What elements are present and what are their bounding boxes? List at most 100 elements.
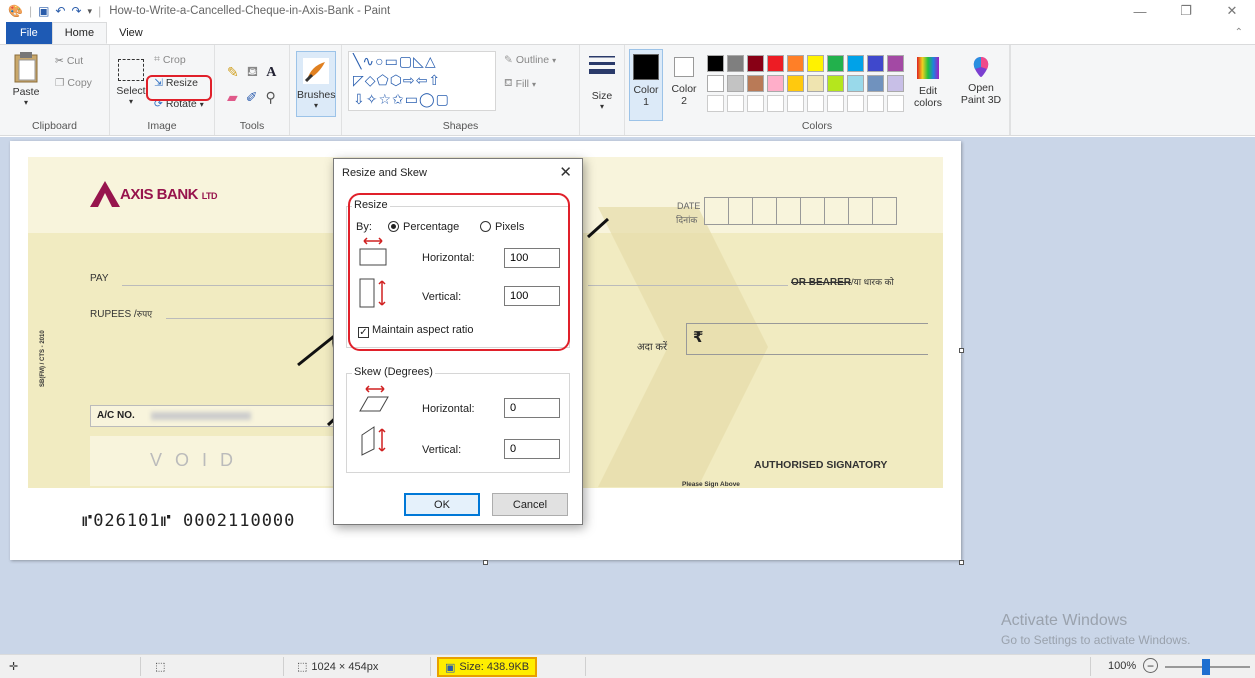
eraser-icon[interactable]: ▰ — [227, 89, 238, 106]
clipboard-label: Clipboard — [32, 120, 77, 132]
quick-access-toolbar: 🎨 | ▣ ↶ ↷ ▾ | — [8, 4, 102, 18]
color-swatch[interactable] — [707, 95, 724, 112]
title-bar: 🎨 | ▣ ↶ ↷ ▾ | How-to-Write-a-Cancelled-C… — [0, 0, 1255, 22]
color-swatch[interactable] — [887, 75, 904, 92]
color-swatch[interactable] — [847, 75, 864, 92]
shapes-label: Shapes — [442, 120, 479, 132]
fill-bucket-icon[interactable]: ⛾ — [247, 63, 258, 82]
color-swatch[interactable] — [707, 55, 724, 72]
color-swatch[interactable] — [847, 95, 864, 112]
color-swatch[interactable] — [807, 55, 824, 72]
brushes-group: Brushes ▾ — [290, 45, 342, 135]
image-dimensions: ⬚ 1024 × 454px — [297, 660, 379, 674]
undo-icon[interactable]: ↶ — [55, 4, 65, 18]
image-label: Image — [147, 120, 177, 132]
color-swatch[interactable] — [767, 55, 784, 72]
paste-button[interactable]: Paste ▾ — [8, 51, 44, 107]
color2-button[interactable]: Color 2 — [667, 49, 701, 107]
crop-button[interactable]: ⌗ Crop — [154, 53, 186, 66]
color-swatch[interactable] — [847, 55, 864, 72]
color-swatch[interactable] — [787, 55, 804, 72]
select-icon — [118, 59, 144, 81]
color-swatch[interactable] — [807, 75, 824, 92]
tab-home[interactable]: Home — [51, 22, 108, 44]
color-swatch[interactable] — [827, 75, 844, 92]
save-icon[interactable]: ▣ — [38, 4, 49, 18]
brushes-button[interactable]: Brushes ▾ — [296, 51, 336, 117]
color-swatch[interactable] — [887, 55, 904, 72]
skew-horizontal-input[interactable] — [504, 398, 560, 418]
shapes-gallery[interactable]: ╲∿○▭▢◺△ ◸◇⬠⬡⇨⇦⇧ ⇩✧☆✩▭◯▢ — [348, 51, 496, 111]
color-swatch[interactable] — [807, 95, 824, 112]
color-swatch[interactable] — [827, 55, 844, 72]
color-picker-icon[interactable]: ✐ — [246, 89, 258, 106]
copy-button[interactable]: ❐ Copy — [55, 77, 92, 89]
skew-horizontal-icon — [359, 385, 389, 412]
color1-swatch — [633, 54, 659, 80]
color-swatch[interactable] — [887, 95, 904, 112]
paint-3d-icon — [973, 57, 989, 77]
file-size: ▣ Size: 438.9KB — [437, 657, 538, 677]
zoom-out-button[interactable]: − — [1143, 658, 1158, 673]
open-paint-3d-button[interactable]: Open Paint 3D — [958, 55, 1004, 106]
color-swatch[interactable] — [727, 75, 744, 92]
close-button[interactable]: ✕ — [1209, 0, 1255, 22]
disk-icon: ▣ — [445, 661, 456, 674]
zoom-slider-thumb[interactable] — [1202, 659, 1210, 675]
clipboard-group: Paste ▾ ✂ Cut ❐ Copy Clipboard — [0, 45, 110, 135]
outline-button[interactable]: ✎ Outline ▾ — [504, 54, 556, 66]
skew-vertical-input[interactable] — [504, 439, 560, 459]
color-swatch[interactable] — [727, 55, 744, 72]
shapes-row-1-icons: ╲∿○▭▢◺△ — [353, 53, 437, 69]
collapse-ribbon-icon[interactable]: ⌃ — [1235, 27, 1243, 38]
skew-legend: Skew (Degrees) — [352, 366, 435, 378]
size-group: Size ▾ — [580, 45, 625, 135]
fill-button[interactable]: ⛾ Fill ▾ — [504, 77, 536, 91]
color-swatch[interactable] — [787, 75, 804, 92]
redo-icon[interactable]: ↷ — [71, 4, 81, 18]
customize-toolbar-icon[interactable]: ▾ — [88, 6, 93, 17]
paint-app-icon: 🎨 — [8, 4, 23, 18]
minimize-button[interactable]: — — [1117, 0, 1163, 22]
color-swatch[interactable] — [787, 95, 804, 112]
edit-colors-button[interactable]: Edit colors — [911, 57, 945, 109]
cancel-button[interactable]: Cancel — [492, 493, 568, 516]
color-swatch[interactable] — [867, 75, 884, 92]
tab-view[interactable]: View — [107, 22, 155, 44]
colors-group: Color 1 Color 2 Edit colors Colors — [625, 45, 1010, 135]
dimensions-icon: ⬚ — [297, 661, 308, 673]
canvas-resize-handle-bottom[interactable] — [483, 560, 488, 565]
tools-group: ✎ ⛾ A ▰ ✐ ⚲ Tools — [215, 45, 290, 135]
paste-icon — [14, 52, 38, 83]
color-swatch[interactable] — [747, 95, 764, 112]
color1-button[interactable]: Color 1 — [629, 49, 663, 121]
cursor-position-icon: ✛ — [9, 661, 19, 673]
color-swatch[interactable] — [867, 55, 884, 72]
select-button[interactable]: Select ▾ — [114, 59, 148, 106]
dialog-close-button[interactable]: ✕ — [559, 163, 572, 181]
canvas-resize-handle-corner[interactable] — [959, 560, 964, 565]
colors-label: Colors — [801, 120, 833, 132]
maximize-button[interactable]: ❐ — [1163, 0, 1209, 22]
text-tool-icon[interactable]: A — [266, 65, 276, 81]
color-swatch[interactable] — [867, 95, 884, 112]
color-swatch[interactable] — [767, 75, 784, 92]
canvas-workspace[interactable]: AXIS BANK LTD DATE दिनांक PAY OR BEARER/… — [0, 137, 1255, 654]
magnifier-icon[interactable]: ⚲ — [266, 89, 276, 106]
color-swatch[interactable] — [827, 95, 844, 112]
color-swatch[interactable] — [747, 75, 764, 92]
cut-button[interactable]: ✂ Cut — [55, 55, 83, 67]
shapes-row-2-icons: ◸◇⬠⬡⇨⇦⇧ — [353, 72, 442, 88]
ok-button[interactable]: OK — [404, 493, 480, 516]
ribbon-tabs: File Home View ⌃ — [0, 22, 1255, 44]
color-swatch[interactable] — [747, 55, 764, 72]
color-swatch[interactable] — [767, 95, 784, 112]
color-swatch[interactable] — [727, 95, 744, 112]
pencil-icon[interactable]: ✎ — [227, 64, 239, 81]
size-button[interactable]: Size ▾ — [584, 53, 620, 111]
shapes-row-3-icons: ⇩✧☆✩▭◯▢ — [353, 91, 450, 107]
canvas-resize-handle-right[interactable] — [959, 348, 964, 353]
tab-file[interactable]: File — [6, 22, 52, 44]
color-swatch[interactable] — [707, 75, 724, 92]
activate-windows-watermark: Activate Windows Go to Settings to activ… — [1001, 612, 1191, 647]
